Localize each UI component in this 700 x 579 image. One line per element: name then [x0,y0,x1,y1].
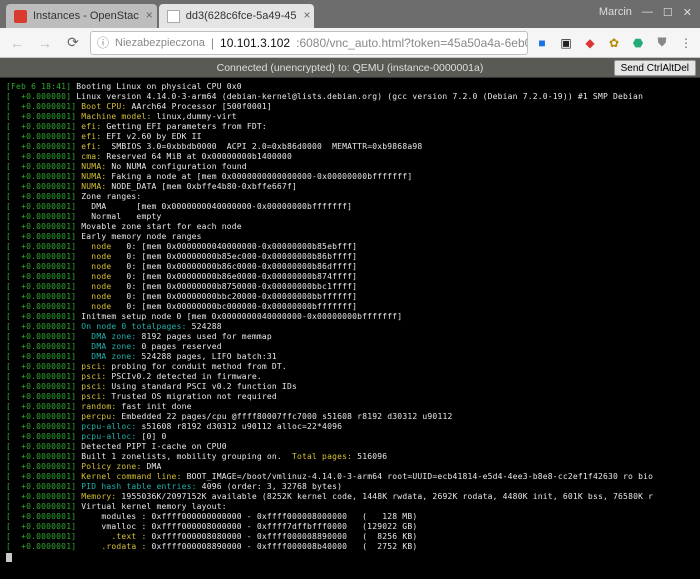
ext-icon-2[interactable]: ▣ [558,35,574,51]
chevron-right-icon: → [38,35,52,51]
url-host: 10.101.3.102 [220,36,290,50]
tab-label: Instances - OpenStac [33,10,139,22]
tab-label: dd3(628c6fce-5a49-45 [186,10,297,22]
address-bar: ← → ⟳ ⓘ Niezabezpieczona | 10.101.3.102:… [0,28,700,58]
vnc-status-bar: Connected (unencrypted) to: QEMU (instan… [0,58,700,78]
extension-icons: ■ ▣ ◆ ✿ ⬣ ⛊ ⋮ [534,35,694,51]
ext-icon-6[interactable]: ⛊ [654,35,670,51]
close-icon[interactable]: × [146,9,153,21]
reload-icon: ⟳ [67,34,79,51]
vnc-console[interactable]: [Feb 6 18:41] Booting Linux on physical … [0,78,700,579]
forward-button[interactable]: → [34,32,56,54]
browser-tab-openstack[interactable]: Instances - OpenStac × [6,4,157,28]
ext-icon-5[interactable]: ⬣ [630,35,646,51]
close-icon[interactable]: × [303,9,310,21]
tab-strip: Instances - OpenStac × dd3(628c6fce-5a49… [0,0,700,28]
security-label: Niezabezpieczona [115,37,205,49]
ext-icon-3[interactable]: ◆ [582,35,598,51]
vnc-status-text: Connected (unencrypted) to: QEMU (instan… [217,62,484,74]
window-user-area: Marcin — ☐ ✕ [599,6,692,19]
close-window-icon[interactable]: ✕ [683,6,692,19]
terminal-cursor [6,553,12,562]
info-icon[interactable]: ⓘ [97,34,109,51]
send-ctrlaltdel-button[interactable]: Send CtrlAltDel [614,60,696,76]
favicon-generic [167,10,180,23]
menu-icon[interactable]: ⋮ [678,35,694,51]
url-input[interactable]: ⓘ Niezabezpieczona | 10.101.3.102:6080/v… [90,31,528,55]
url-path: :6080/vnc_auto.html?token=45a50a4a-6eb0-… [296,36,528,50]
browser-tab-vnc[interactable]: dd3(628c6fce-5a49-45 × [159,4,315,28]
ext-icon-1[interactable]: ■ [534,35,550,51]
favicon-openstack [14,10,27,23]
maximize-icon[interactable]: ☐ [663,6,673,19]
profile-name[interactable]: Marcin [599,6,632,19]
minimize-icon[interactable]: — [642,6,653,19]
chevron-left-icon: ← [10,35,24,51]
ext-icon-4[interactable]: ✿ [606,35,622,51]
back-button[interactable]: ← [6,32,28,54]
new-tab-button[interactable] [316,8,338,28]
reload-button[interactable]: ⟳ [62,32,84,54]
